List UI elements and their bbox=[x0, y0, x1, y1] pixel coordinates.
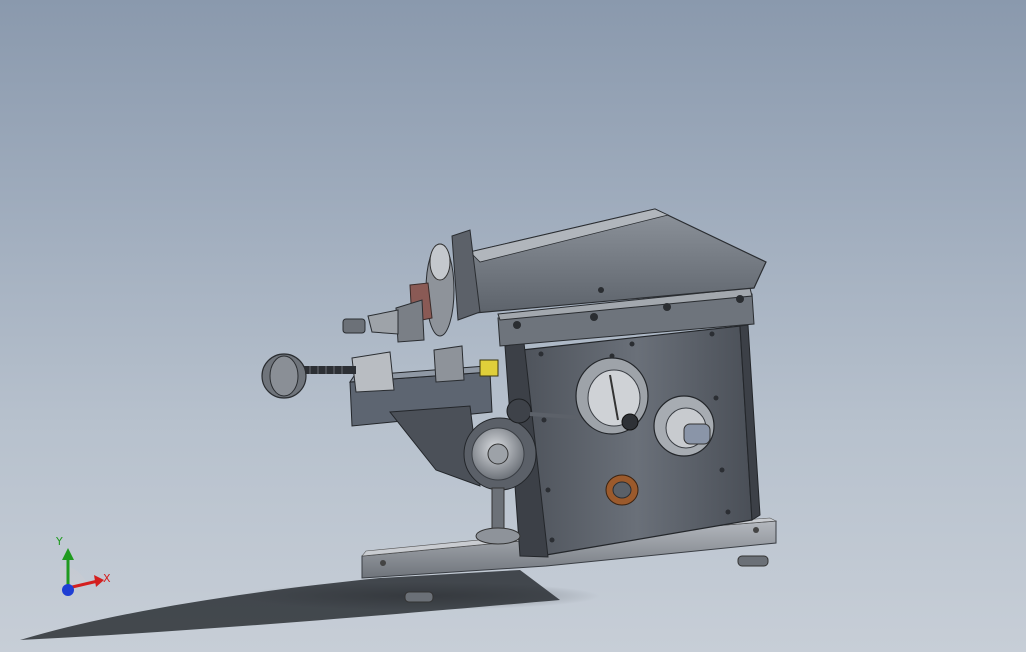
model-view[interactable]: Y X bbox=[0, 0, 1026, 652]
triad-x-label: X bbox=[103, 572, 111, 585]
graphics-viewport[interactable]: Y X bbox=[0, 0, 1026, 652]
lead-screw bbox=[261, 353, 356, 399]
bronze-bushing bbox=[605, 474, 639, 506]
machine-assembly[interactable] bbox=[261, 208, 778, 603]
coordinate-triad: Y X bbox=[55, 535, 111, 596]
spindle-assembly bbox=[342, 243, 455, 343]
triad-y-label: Y bbox=[55, 535, 63, 548]
shaft-boss bbox=[653, 395, 715, 457]
z-axis-dot bbox=[62, 584, 74, 596]
column-body bbox=[504, 324, 761, 558]
head-housing bbox=[451, 208, 767, 347]
